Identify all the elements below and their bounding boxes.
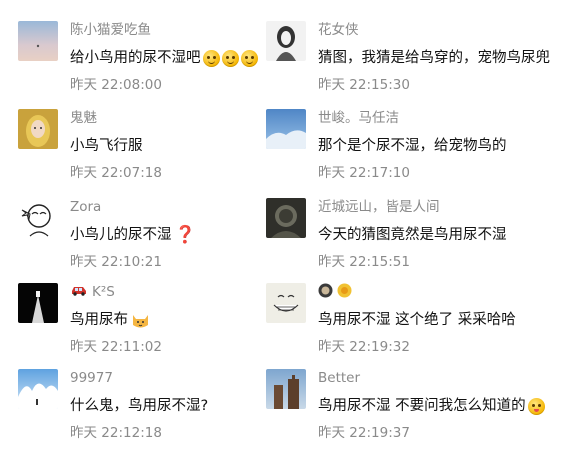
comment-time: 昨天 22:12:18 — [70, 425, 162, 441]
comment-text: 给小鸟用的尿不湿吧 — [70, 50, 201, 66]
comment-item: Zora 小鸟儿的尿不湿 ❓ 昨天 22:10:21 — [18, 198, 288, 282]
comment-time: 昨天 22:11:02 — [70, 339, 162, 355]
smiling-face-emoji-icon — [221, 49, 239, 67]
comment-text: 什么鬼，鸟用尿不湿? — [70, 398, 209, 414]
avatar[interactable] — [18, 109, 58, 149]
comment-item: 鸟用尿不湿 这个绝了 采采哈哈 昨天 22:19:32 — [266, 283, 566, 367]
comment-item: 陈小猫爱吃鱼 给小鸟用的尿不湿吧 昨天 22:08:00 — [18, 21, 288, 105]
comment-time: 昨天 22:08:00 — [70, 77, 162, 93]
comment-time: 昨天 22:19:32 — [318, 339, 410, 355]
comment-item: Better 鸟用尿不湿 不要问我怎么知道的 昨天 22:19:37 — [266, 369, 566, 453]
comment-item: 鬼魅 小鸟飞行服 昨天 22:07:18 — [18, 109, 288, 193]
comment-item: 花女侠 猜图，我猜是给鸟穿的，宠物鸟尿兜 昨天 22:15:30 — [266, 21, 566, 105]
tongue-out-emoji-icon — [527, 397, 545, 415]
comment-author[interactable]: 花女侠 — [318, 21, 359, 39]
question-mark-icon: ❓ — [174, 225, 196, 245]
comment-author[interactable]: 世峻。马任洁 — [318, 109, 399, 127]
avatar[interactable] — [266, 109, 306, 149]
comment-time: 昨天 22:07:18 — [70, 165, 162, 181]
comment-time: 昨天 22:15:30 — [318, 77, 410, 93]
comment-author[interactable]: Better — [318, 369, 360, 387]
comment-text: 小鸟儿的尿不湿 — [70, 227, 172, 243]
avatar[interactable] — [18, 369, 58, 409]
comment-text: 猜图，我猜是给鸟穿的，宠物鸟尿兜 — [318, 50, 550, 66]
comment-text-wrap: 鸟用尿布 — [70, 310, 150, 330]
comment-time: 昨天 22:17:10 — [318, 165, 410, 181]
comment-text: 鸟用尿不湿 这个绝了 采采哈哈 — [318, 312, 516, 328]
smiling-face-emoji-icon — [202, 49, 220, 67]
avatar[interactable] — [266, 369, 306, 409]
comment-time: 昨天 22:19:37 — [318, 425, 410, 441]
comments-grid: 陈小猫爱吃鱼 给小鸟用的尿不湿吧 昨天 22:08:00 花女侠 猜图，我猜是给… — [0, 0, 575, 470]
comment-time: 昨天 22:15:51 — [318, 254, 410, 270]
avatar[interactable] — [266, 283, 306, 323]
comment-author[interactable]: Zora — [70, 198, 101, 216]
comment-item: 世峻。马任洁 那个是个尿不湿，给宠物鸟的 昨天 22:17:10 — [266, 109, 566, 193]
comment-text: 那个是个尿不湿，给宠物鸟的 — [318, 138, 507, 154]
comment-author[interactable]: 99977 — [70, 369, 113, 387]
comment-author[interactable]: 近城远山，皆是人间 — [318, 198, 440, 216]
comment-author[interactable]: K²S — [92, 283, 115, 301]
round-face-icon — [318, 283, 333, 303]
comment-item: 99977 什么鬼，鸟用尿不湿? 昨天 22:12:18 — [18, 369, 288, 453]
comment-author-wrap — [318, 283, 356, 303]
comment-author[interactable]: 鬼魅 — [70, 109, 97, 127]
comment-text-wrap: 小鸟儿的尿不湿 ❓ — [70, 225, 196, 245]
car-icon — [70, 283, 88, 301]
avatar[interactable] — [266, 198, 306, 238]
comment-author[interactable]: 陈小猫爱吃鱼 — [70, 21, 151, 39]
comment-time: 昨天 22:10:21 — [70, 254, 162, 270]
comment-text: 鸟用尿不湿 不要问我怎么知道的 — [318, 398, 526, 414]
comment-text: 小鸟飞行服 — [70, 138, 143, 154]
cat-face-emoji-icon — [131, 311, 150, 330]
smiling-face-emoji-icon — [240, 49, 258, 67]
comment-text: 鸟用尿布 — [70, 312, 128, 328]
comment-author-wrap: K²S — [70, 283, 115, 301]
comment-text: 今天的猜图竟然是鸟用尿不湿 — [318, 227, 507, 243]
comment-item: K²S 鸟用尿布 昨天 22:11:02 — [18, 283, 288, 367]
avatar[interactable] — [266, 21, 306, 61]
comment-text-wrap: 鸟用尿不湿 不要问我怎么知道的 — [318, 396, 545, 416]
avatar[interactable] — [18, 198, 58, 238]
round-face-icon — [337, 283, 352, 303]
comment-item: 近城远山，皆是人间 今天的猜图竟然是鸟用尿不湿 昨天 22:15:51 — [266, 198, 566, 282]
comment-text-wrap: 给小鸟用的尿不湿吧 — [70, 48, 258, 68]
avatar[interactable] — [18, 283, 58, 323]
avatar[interactable] — [18, 21, 58, 61]
